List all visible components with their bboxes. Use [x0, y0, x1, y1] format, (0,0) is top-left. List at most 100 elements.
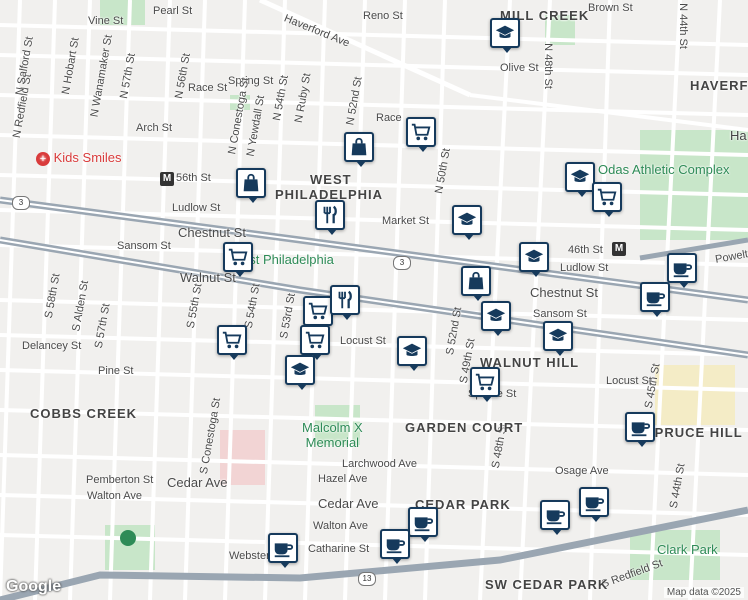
school-icon: [495, 25, 515, 39]
coffee-icon: [631, 422, 651, 437]
street-label: Sansom St: [117, 240, 171, 252]
school-marker[interactable]: [285, 355, 315, 390]
school-marker[interactable]: [543, 321, 573, 356]
street-label: Delancey St: [22, 340, 82, 352]
street-label: Cedar Ave: [318, 496, 379, 511]
metro-icon[interactable]: M: [612, 242, 626, 256]
coffee-marker[interactable]: [408, 507, 438, 542]
street-label: Larchwood Ave: [342, 458, 418, 470]
street-label: Race: [376, 112, 402, 124]
route-shield-icon: 13: [358, 572, 376, 586]
school-marker[interactable]: [519, 242, 549, 277]
coffee-marker[interactable]: [625, 412, 655, 447]
coffee-icon: [646, 292, 666, 307]
street-label: Cedar Ave: [167, 475, 228, 490]
coffee-icon: [546, 510, 566, 525]
bag-marker[interactable]: [461, 266, 491, 301]
street-label: Pine St: [98, 365, 134, 377]
street-label: Vine St: [88, 15, 124, 27]
street-label: Reno St: [363, 10, 403, 22]
cart-marker[interactable]: [217, 325, 247, 360]
poi-malcolm-x[interactable]: Malcolm X Memorial: [302, 420, 363, 450]
street-label: Pearl St: [153, 5, 193, 17]
street-label: Locust St: [606, 375, 652, 387]
bag-icon: [468, 271, 484, 290]
cart-marker[interactable]: [300, 325, 330, 360]
neighborhood-label: SW CEDAR PARK: [485, 577, 609, 592]
metro-icon[interactable]: M: [160, 172, 174, 186]
coffee-icon: [414, 517, 434, 532]
cart-icon: [475, 373, 495, 391]
street-label: Ludlow St: [560, 262, 609, 274]
bag-marker[interactable]: [344, 132, 374, 167]
restaurant-marker[interactable]: [330, 285, 360, 320]
restaurant-icon: [323, 205, 337, 224]
school-marker[interactable]: [452, 205, 482, 240]
cart-marker[interactable]: [223, 242, 253, 277]
restaurant-marker[interactable]: [315, 200, 345, 235]
cart-icon: [308, 302, 328, 320]
school-icon: [457, 212, 477, 226]
street-label: Walton Ave: [313, 520, 369, 532]
street-label: N 44th St: [676, 3, 689, 49]
street-label: Arch St: [136, 122, 173, 134]
poi-athletic-complex[interactable]: Odas Athletic Complex: [598, 162, 730, 177]
coffee-marker[interactable]: [640, 282, 670, 317]
cart-marker[interactable]: [592, 182, 622, 217]
route-shield-icon: 3: [393, 256, 411, 270]
coffee-marker[interactable]: [380, 529, 410, 564]
street-label: Sansom St: [533, 308, 587, 320]
bag-marker[interactable]: [236, 168, 266, 203]
school-icon: [402, 343, 422, 357]
street-label: Brown St: [588, 2, 633, 14]
coffee-marker[interactable]: [667, 253, 697, 288]
street-label: Walton Ave: [87, 490, 143, 502]
cart-icon: [411, 123, 431, 141]
street-label: 56th St: [176, 172, 211, 184]
school-icon: [548, 328, 568, 342]
neighborhood-label: SPRUCE HILL: [645, 425, 743, 440]
school-marker[interactable]: [565, 162, 595, 197]
poi-kids-smiles[interactable]: + Kids Smiles: [36, 150, 122, 166]
coffee-icon: [673, 263, 693, 278]
poi-clark-park[interactable]: Clark Park: [657, 542, 718, 557]
cart-icon: [305, 331, 325, 349]
bag-icon: [351, 137, 367, 156]
bag-icon: [243, 173, 259, 192]
poi-ha[interactable]: Ha: [730, 128, 747, 143]
coffee-marker[interactable]: [579, 487, 609, 522]
cart-icon: [222, 331, 242, 349]
street-label: Hazel Ave: [318, 473, 368, 485]
street-label: Olive St: [500, 62, 539, 74]
neighborhood-label: WEST: [310, 172, 352, 187]
cart-marker[interactable]: [470, 367, 500, 402]
street-label: Osage Ave: [555, 465, 609, 477]
park-pin-icon[interactable]: [120, 530, 136, 546]
coffee-marker[interactable]: [268, 533, 298, 568]
cart-marker[interactable]: [303, 296, 333, 331]
restaurant-icon: [338, 290, 352, 309]
street-label: N 48th St: [541, 43, 554, 89]
street-label: Ludlow St: [172, 202, 221, 214]
hospital-icon: +: [36, 152, 50, 166]
map-canvas[interactable]: Vine St Pearl St Haverford Ave Reno St B…: [0, 0, 748, 600]
street-label: Walnut St: [180, 270, 236, 285]
street-label: Market St: [382, 215, 430, 227]
school-marker[interactable]: [481, 301, 511, 336]
neighborhood-label: HAVERFORD NORTH: [690, 78, 748, 93]
cart-marker[interactable]: [406, 117, 436, 152]
school-marker[interactable]: [490, 18, 520, 53]
cart-icon: [228, 248, 248, 266]
neighborhood-label: COBBS CREEK: [30, 406, 138, 421]
route-shield-icon: 3: [12, 196, 30, 210]
coffee-marker[interactable]: [540, 500, 570, 535]
map-data-attribution[interactable]: Map data ©2025: [663, 587, 744, 598]
school-marker[interactable]: [397, 336, 427, 371]
street-label: Catharine St: [308, 543, 370, 555]
school-icon: [524, 249, 544, 263]
neighborhood-label: GARDEN COURT: [405, 420, 524, 435]
school-icon: [290, 362, 310, 376]
google-logo: Google: [6, 578, 62, 595]
school-icon: [570, 169, 590, 183]
street-label: Race St: [188, 82, 228, 94]
